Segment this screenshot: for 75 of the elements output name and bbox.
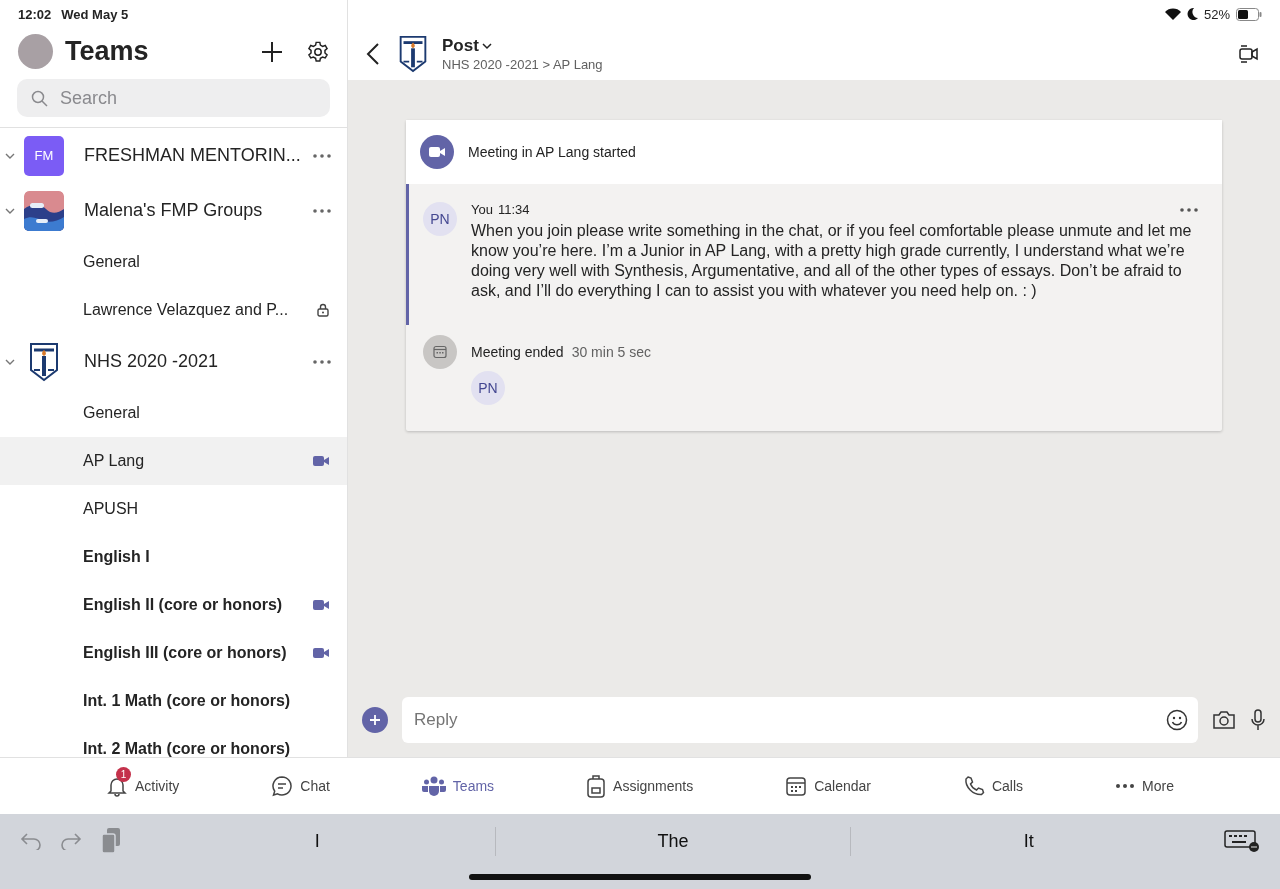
view-title[interactable]: Post [442,36,479,56]
team-name[interactable]: NHS 2020 -2021 [84,351,305,372]
page-title: Teams [65,36,150,67]
video-camera-icon [313,647,329,659]
search-bar[interactable]: Search [17,79,330,117]
chevron-left-icon [366,42,380,66]
crest-logo-icon [398,35,428,73]
tab[interactable]: Calendar [781,771,875,801]
tab[interactable]: More [1111,774,1178,798]
plus-icon [369,714,381,726]
team-name[interactable]: FRESHMAN MENTORIN... [84,145,305,166]
team-avatar: FM [24,135,64,176]
breadcrumb: NHS 2020 -2021 > AP Lang [442,57,604,72]
video-call-icon[interactable] [1238,43,1260,65]
battery-icon [1236,7,1262,21]
video-camera-icon [313,599,329,611]
plus-icon[interactable] [261,40,283,63]
moon-icon [1186,8,1198,20]
more-options-icon[interactable] [313,359,331,364]
meeting-duration: 30 min 5 sec [571,344,651,360]
team-name[interactable]: Malena's FMP Groups [84,200,305,221]
status-time: 12:02 [18,6,52,22]
search-icon [31,89,48,107]
clipboard-icon[interactable] [100,827,122,855]
battery-level: 52% [1203,6,1230,22]
channel-item[interactable]: AP Lang [0,437,347,485]
camera-icon[interactable] [1212,710,1236,730]
channel-item[interactable]: Int. 2 Math (core or honors) [0,725,347,757]
channel-item[interactable]: APUSH [0,485,347,533]
participant-avatar: PN [471,371,505,405]
user-avatar: PN [423,202,457,236]
channel-item[interactable]: English I [0,533,347,581]
meeting-ended-text: Meeting ended [471,344,564,360]
chat-bubble-icon [271,775,294,797]
tab[interactable]: Assignments [582,770,698,802]
emoji-icon[interactable] [1166,709,1188,731]
more-icon [1115,783,1136,789]
wifi-icon [1164,8,1181,20]
wave-picture-icon [24,190,64,231]
keyboard-icon[interactable] [1224,829,1260,853]
caret-icon[interactable] [481,42,492,50]
search-field[interactable]: Search [58,78,316,118]
channel-item[interactable]: English II (core or honors) [0,581,347,629]
settings-icon[interactable] [307,40,329,63]
crest-logo-icon [28,341,60,382]
channel-item[interactable]: English III (core or honors) [0,629,347,677]
status-date: Wed May 5 [61,6,129,22]
keyboard-suggestion[interactable]: The [495,826,852,856]
keyboard-suggestion[interactable]: It [851,826,1206,856]
more-options-icon[interactable] [313,208,331,213]
meeting-started-text: Meeting in AP Lang started [468,144,636,160]
notification-badge: 1 [116,767,131,782]
video-camera-icon [429,146,445,158]
people-icon [421,775,446,797]
channel-item[interactable]: General [0,389,347,437]
add-button[interactable] [362,707,388,733]
tab[interactable]: Chat [267,771,334,801]
channel-item[interactable]: Lawrence Velazquez and P... [0,286,347,334]
channel-item[interactable]: Int. 1 Math (core or honors) [0,677,347,725]
keyboard-suggestion[interactable]: I [140,826,496,856]
calendar-icon [785,775,808,797]
microphone-icon[interactable] [1250,709,1266,731]
backpack-icon [586,774,607,798]
profile-avatar[interactable] [18,34,53,69]
meeting-ended-icon [423,335,457,369]
channel-item[interactable]: General [0,238,347,286]
video-camera-icon [313,455,329,467]
tab[interactable]: Teams [417,771,499,801]
post-time: 11:34 [497,202,530,217]
post-text: When you join please write something in the chat, or if you feel comfortable please unmute and let me know you’re here. I’m a Junior in AP Lang, with a pretty high grade currently, I understand what we’re doing very well with Synthesis, Argumentative, and all of the other types of essays. Don’t be afraid to ask, and I’ll do everything I can to assist you with whatever you need help on. : ) [471,221,1193,301]
post-author: You [471,202,493,217]
more-options-icon[interactable] [1180,207,1198,212]
tab[interactable]: Calls [958,771,1028,801]
phone-icon [962,775,985,797]
more-options-icon[interactable] [313,153,331,158]
